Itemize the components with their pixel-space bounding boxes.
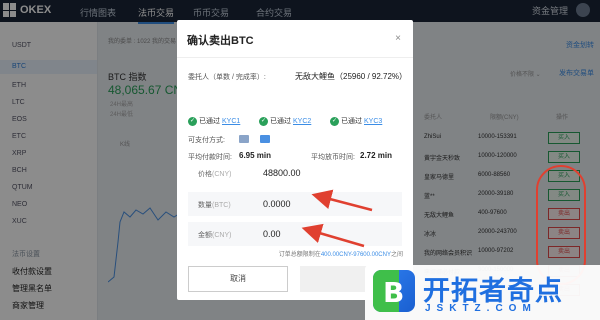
kyc1-prefix: 已通过 bbox=[199, 118, 220, 125]
kyc2-prefix: 已通过 bbox=[270, 118, 291, 125]
trustee-label: 委托人（单数 / 完成率）: bbox=[188, 74, 266, 81]
quantity-input[interactable]: 0.0000 bbox=[263, 199, 291, 209]
watermark-url: JSKTZ.COM bbox=[425, 303, 537, 314]
kyc2-link[interactable]: KYC2 bbox=[293, 118, 311, 125]
quantity-label: 数量(BTC) bbox=[198, 202, 231, 209]
amount-field[interactable]: 金额(CNY) 0.00 bbox=[188, 222, 402, 246]
price-value: 48800.00 bbox=[263, 168, 301, 178]
alipay-icon bbox=[260, 135, 270, 143]
site-watermark: B 开拓者奇点 JSKTZ.COM bbox=[365, 265, 600, 320]
amount-label: 金额(CNY) bbox=[198, 232, 232, 239]
bank-card-icon bbox=[239, 135, 249, 143]
order-limit-note: 订单总额限制在400.00CNY-97600.00CNY之间 bbox=[279, 249, 403, 258]
confirm-sell-dialog: 确认卖出BTC × 委托人（单数 / 完成率）: 无敌大鲤鱼（25960 / 9… bbox=[177, 20, 413, 300]
kyc1-badge: ✓ 已通过 KYC1 bbox=[188, 116, 240, 126]
dialog-title: 确认卖出BTC bbox=[187, 35, 254, 47]
price-field: 价格(CNY) 48800.00 bbox=[188, 161, 402, 185]
check-icon: ✓ bbox=[259, 116, 268, 126]
watermark-logo-icon: B bbox=[373, 270, 415, 312]
trustee-value: 无敌大鲤鱼（25960 / 92.72%） bbox=[295, 72, 408, 81]
kyc3-link[interactable]: KYC3 bbox=[364, 118, 382, 125]
kyc1-link[interactable]: KYC1 bbox=[222, 118, 240, 125]
kyc3-badge: ✓ 已通过 KYC3 bbox=[330, 116, 382, 126]
check-icon: ✓ bbox=[330, 116, 339, 126]
divider bbox=[177, 57, 413, 58]
limit-range: 400.00CNY-97600.00CNY bbox=[320, 252, 391, 258]
amount-input[interactable]: 0.00 bbox=[263, 229, 281, 239]
check-icon: ✓ bbox=[188, 116, 197, 126]
kyc3-prefix: 已通过 bbox=[341, 118, 362, 125]
limit-suffix: 之间 bbox=[390, 252, 403, 258]
payment-methods-label: 可支付方式: bbox=[188, 137, 225, 144]
quantity-field[interactable]: 数量(BTC) 0.0000 bbox=[188, 192, 402, 216]
avg-pay-time-value: 6.95 min bbox=[239, 151, 272, 160]
limit-prefix: 订单总额限制在 bbox=[278, 252, 321, 258]
price-label: 价格(CNY) bbox=[198, 171, 232, 178]
close-icon[interactable]: × bbox=[395, 33, 401, 44]
kyc2-badge: ✓ 已通过 KYC2 bbox=[259, 116, 311, 126]
avg-release-time-value: 2.72 min bbox=[360, 151, 393, 160]
cancel-button[interactable]: 取消 bbox=[188, 266, 288, 292]
